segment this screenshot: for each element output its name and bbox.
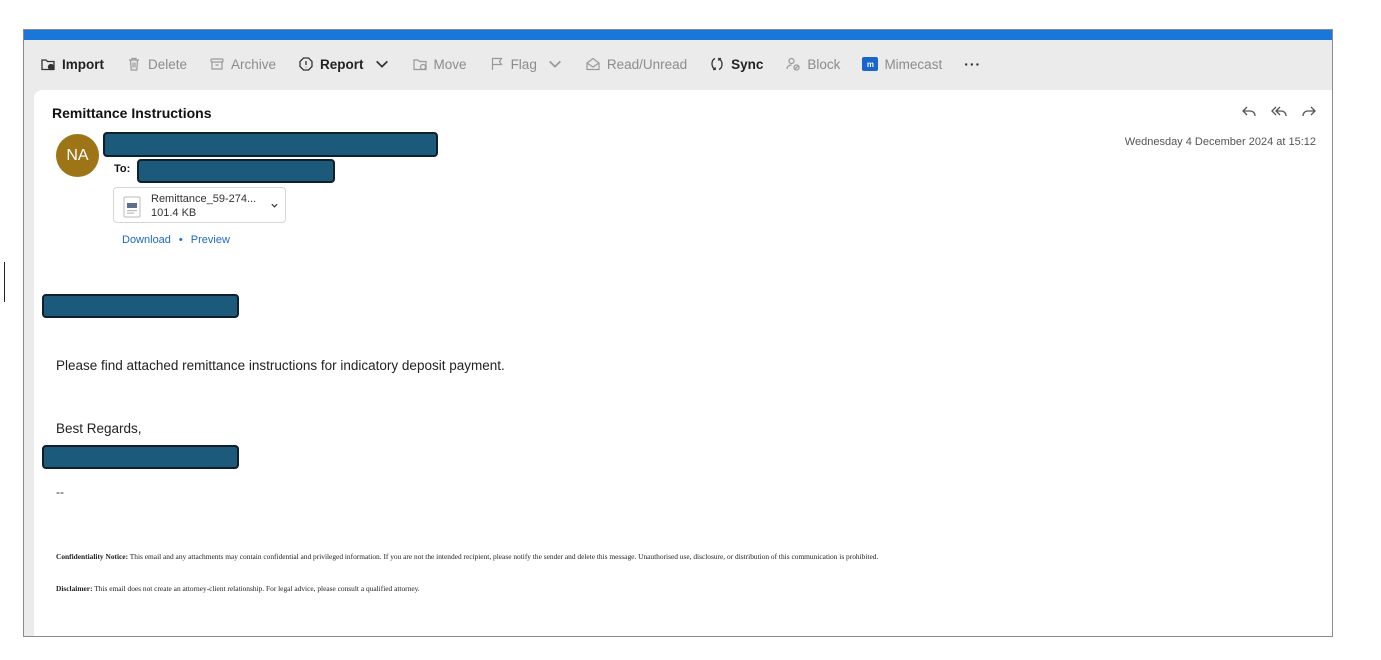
- preview-link[interactable]: Preview: [191, 234, 230, 246]
- more-icon: ···: [964, 56, 982, 72]
- report-label: Report: [320, 56, 364, 72]
- redacted-signature: [42, 445, 239, 469]
- confidentiality-notice: Confidentiality Notice: This email and a…: [56, 552, 878, 561]
- envelope-open-icon: [585, 56, 601, 72]
- attachment-name: Remittance_59-274...: [151, 193, 257, 205]
- import-label: Import: [62, 56, 104, 72]
- sync-label: Sync: [731, 56, 764, 72]
- read-unread-label: Read/Unread: [606, 56, 688, 72]
- text-cursor: [4, 262, 5, 302]
- flag-button[interactable]: Flag: [489, 56, 563, 72]
- block-label: Block: [807, 56, 841, 72]
- chevron-down-icon[interactable]: [374, 56, 390, 72]
- block-button[interactable]: Block: [785, 56, 840, 72]
- reading-pane: Remittance Instructions Wednesday 4 Dece…: [34, 90, 1332, 636]
- move-label: Move: [433, 56, 467, 72]
- import-icon: [40, 56, 56, 72]
- attachment-card[interactable]: Remittance_59-274... 101.4 KB: [113, 187, 286, 223]
- archive-icon: [209, 56, 225, 72]
- mimecast-label: Mimecast: [884, 56, 943, 72]
- chevron-down-icon[interactable]: [547, 56, 563, 72]
- import-button[interactable]: Import: [40, 56, 104, 72]
- redacted-recipient: [137, 159, 335, 183]
- confidentiality-text: This email and any attachments may conta…: [128, 552, 879, 561]
- redacted-sender: [103, 132, 438, 157]
- redacted-greeting: [42, 294, 239, 318]
- report-button[interactable]: Report: [298, 56, 390, 72]
- attachment-size: 101.4 KB: [151, 207, 197, 219]
- delete-button[interactable]: Delete: [126, 56, 187, 72]
- message-actions: [1240, 102, 1318, 120]
- message-subject: Remittance Instructions: [52, 105, 212, 121]
- flag-icon: [489, 56, 505, 72]
- avatar: NA: [56, 134, 99, 177]
- more-options-button[interactable]: ···: [964, 56, 981, 72]
- archive-button[interactable]: Archive: [209, 56, 276, 72]
- mimecast-icon: m: [862, 57, 879, 71]
- disclaimer-label: Disclaimer:: [56, 584, 93, 593]
- to-label: To:: [114, 163, 131, 175]
- sync-button[interactable]: Sync: [709, 56, 763, 72]
- move-button[interactable]: Move: [412, 56, 467, 72]
- report-icon: [298, 56, 314, 72]
- link-separator: •: [178, 234, 183, 246]
- accent-bar: [24, 30, 1332, 40]
- archive-label: Archive: [231, 56, 277, 72]
- attachment-links: Download • Preview: [122, 234, 230, 246]
- toolbar: Import Delete Archive Report Move Flag R…: [24, 40, 1332, 88]
- block-icon: [785, 56, 801, 72]
- forward-icon[interactable]: [1300, 102, 1318, 120]
- disclaimer-text: This email does not create an attorney-c…: [92, 584, 420, 593]
- download-link[interactable]: Download: [122, 234, 171, 246]
- chevron-down-icon[interactable]: [270, 201, 279, 210]
- mail-window: Import Delete Archive Report Move Flag R…: [23, 29, 1333, 637]
- mimecast-button[interactable]: m Mimecast: [862, 57, 942, 72]
- trash-icon: [126, 56, 142, 72]
- read-unread-button[interactable]: Read/Unread: [585, 56, 687, 72]
- sync-icon: [709, 56, 725, 72]
- reply-all-icon[interactable]: [1270, 102, 1288, 120]
- document-icon: [123, 196, 141, 218]
- move-icon: [412, 56, 428, 72]
- body-line: Please find attached remittance instruct…: [56, 358, 505, 373]
- reply-icon[interactable]: [1240, 102, 1258, 120]
- flag-label: Flag: [510, 56, 537, 72]
- signature-separator: --: [56, 485, 64, 499]
- confidentiality-label: Confidentiality Notice:: [56, 552, 129, 561]
- disclaimer: Disclaimer: This email does not create a…: [56, 584, 420, 593]
- delete-label: Delete: [148, 56, 188, 72]
- message-datetime: Wednesday 4 December 2024 at 15:12: [1124, 136, 1316, 148]
- closing-line: Best Regards,: [56, 421, 142, 436]
